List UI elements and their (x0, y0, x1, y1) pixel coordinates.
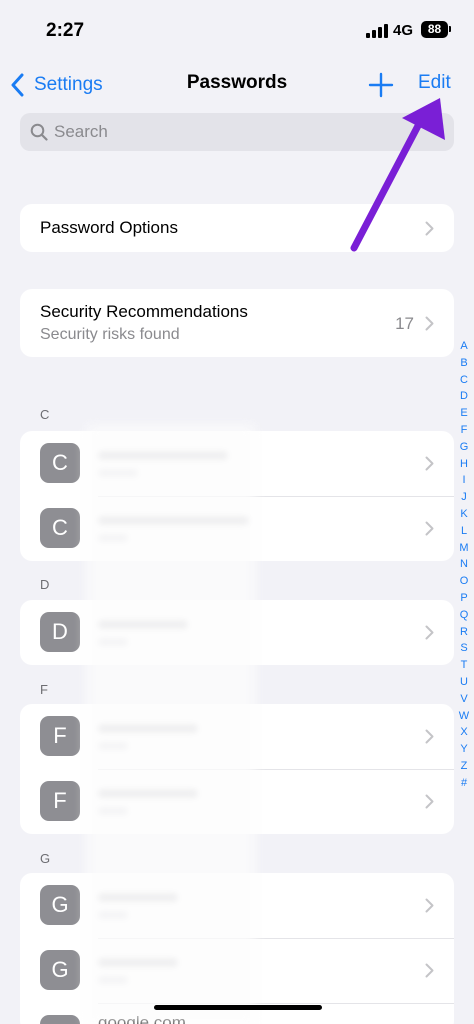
index-letter[interactable]: # (456, 775, 472, 792)
chevron-right-icon (425, 729, 434, 744)
index-letter[interactable]: X (456, 724, 472, 741)
blurred-subtitle (98, 807, 128, 815)
index-letter[interactable]: C (456, 372, 472, 389)
index-letter[interactable]: T (456, 657, 472, 674)
index-letter[interactable]: R (456, 624, 472, 641)
list-item[interactable]: F (20, 769, 454, 834)
security-subtitle: Security risks found (40, 326, 180, 343)
section-header-c: C (40, 407, 50, 422)
blurred-subtitle (98, 976, 128, 984)
index-letter[interactable]: K (456, 506, 472, 523)
chevron-right-icon (425, 521, 434, 536)
chevron-right-icon (425, 456, 434, 471)
index-letter[interactable]: I (456, 472, 472, 489)
section-g-card: G G G google.com (20, 873, 454, 1024)
blurred-title (98, 451, 228, 460)
list-item[interactable]: C (20, 431, 454, 496)
blurred-title (98, 789, 198, 798)
index-letter[interactable]: Q (456, 607, 472, 624)
chevron-right-icon (425, 963, 434, 978)
chevron-right-icon (425, 898, 434, 913)
signal-icon (366, 24, 388, 38)
blurred-title (98, 893, 178, 902)
index-letter[interactable]: F (456, 422, 472, 439)
search-icon (30, 123, 48, 141)
list-item[interactable]: D (20, 600, 454, 665)
list-item[interactable]: C (20, 496, 454, 561)
edit-button[interactable]: Edit (418, 72, 451, 94)
chevron-right-icon (425, 625, 434, 640)
section-c-card: C C (20, 431, 454, 561)
battery-icon: 88 (421, 21, 451, 38)
blurred-title (98, 516, 248, 525)
blurred-title (98, 620, 188, 629)
search-field[interactable]: Search (20, 113, 454, 151)
section-header-d: D (40, 577, 50, 592)
section-header-f: F (40, 682, 48, 697)
blurred-subtitle (98, 911, 128, 919)
chevron-right-icon (425, 221, 434, 236)
index-letter[interactable]: Z (456, 758, 472, 775)
security-card: Security Recommendations Security risks … (20, 289, 454, 357)
item-title: google.com (98, 1013, 186, 1024)
avatar: G (40, 885, 80, 925)
password-options-label: Password Options (40, 218, 178, 237)
avatar: F (40, 716, 80, 756)
index-letter[interactable]: H (456, 456, 472, 473)
page-title: Passwords (186, 72, 288, 93)
chevron-right-icon (425, 794, 434, 809)
home-indicator (154, 1005, 322, 1010)
avatar: C (40, 443, 80, 483)
avatar: G (40, 950, 80, 990)
index-letter[interactable]: B (456, 355, 472, 372)
blurred-subtitle (98, 638, 128, 646)
add-password-button[interactable] (368, 72, 394, 98)
index-letter[interactable]: G (456, 439, 472, 456)
password-options-card: Password Options (20, 204, 454, 252)
alphabet-index[interactable]: A B C D E F G H I J K L M N O P Q R S T U V W X Y Z # (456, 338, 472, 792)
index-letter[interactable]: U (456, 674, 472, 691)
plus-icon (368, 72, 394, 98)
section-header-g: G (40, 851, 51, 866)
network-label: 4G (393, 22, 414, 39)
index-letter[interactable]: P (456, 590, 472, 607)
index-letter[interactable]: Y (456, 741, 472, 758)
section-f-card: F F (20, 704, 454, 834)
list-item[interactable]: F (20, 704, 454, 769)
security-count: 17 (395, 314, 414, 333)
status-bar: 2:27 4G 88 (0, 0, 474, 62)
list-item[interactable]: G (20, 873, 454, 938)
status-time: 2:27 (46, 20, 85, 41)
index-letter[interactable]: J (456, 489, 472, 506)
index-letter[interactable]: D (456, 388, 472, 405)
password-options-row[interactable]: Password Options (20, 204, 454, 252)
blurred-subtitle (98, 469, 138, 477)
section-d-card: D (20, 600, 454, 665)
security-title: Security Recommendations (40, 302, 248, 321)
blurred-title (98, 958, 178, 967)
index-letter[interactable]: E (456, 405, 472, 422)
list-item[interactable]: G (20, 938, 454, 1003)
index-letter[interactable]: W (456, 708, 472, 725)
index-letter[interactable]: A (456, 338, 472, 355)
avatar: G (40, 1015, 80, 1024)
avatar: D (40, 612, 80, 652)
blurred-subtitle (98, 742, 128, 750)
index-letter[interactable]: V (456, 691, 472, 708)
index-letter[interactable]: O (456, 573, 472, 590)
blurred-subtitle (98, 534, 128, 542)
avatar: C (40, 508, 80, 548)
security-recommendations-row[interactable]: Security Recommendations Security risks … (20, 289, 454, 357)
index-letter[interactable]: N (456, 556, 472, 573)
search-placeholder: Search (54, 122, 108, 141)
chevron-right-icon (425, 316, 434, 331)
index-letter[interactable]: M (456, 540, 472, 557)
index-letter[interactable]: L (456, 523, 472, 540)
blurred-title (98, 724, 198, 733)
avatar: F (40, 781, 80, 821)
index-letter[interactable]: S (456, 640, 472, 657)
